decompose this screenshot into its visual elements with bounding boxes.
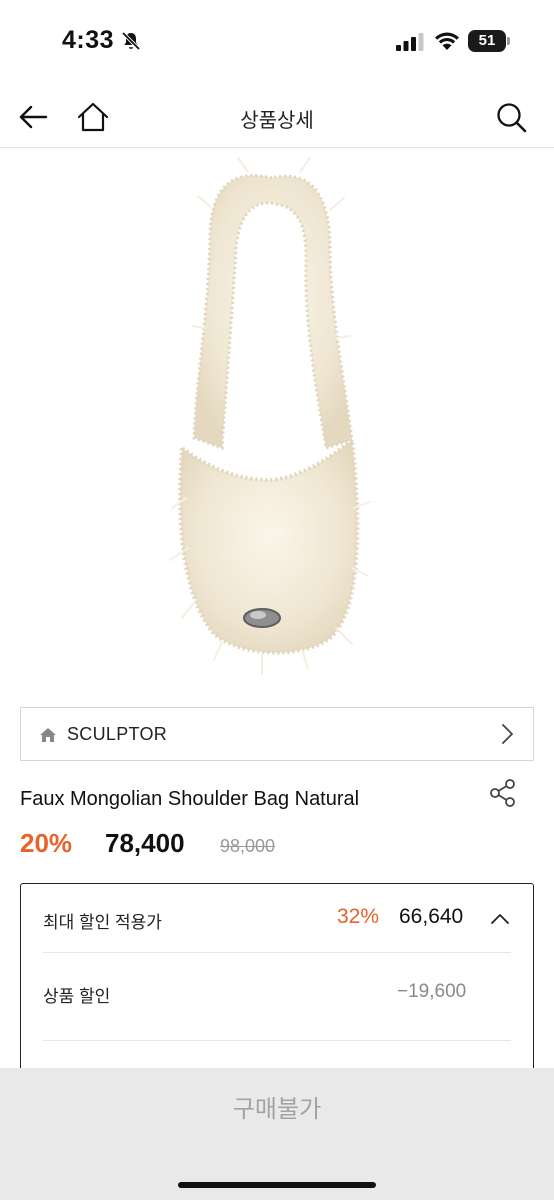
page-title: 상품상세	[240, 110, 314, 132]
home-indicator[interactable]	[178, 1182, 376, 1188]
purchase-unavailable-button[interactable]: 구매불가	[0, 1068, 554, 1144]
status-bar: 4:33 51	[0, 0, 554, 84]
battery-icon: 51	[468, 30, 510, 52]
brand-shop-link[interactable]: SCULPTOR	[20, 707, 534, 761]
bell-slash-icon	[121, 31, 141, 51]
max-discount-rate: 32%	[337, 905, 380, 928]
product-title: Faux Mongolian Shoulder Bag Natural	[20, 788, 360, 810]
original-price: 98,000	[220, 836, 276, 856]
status-time: 4:33	[62, 26, 115, 54]
search-icon[interactable]	[494, 100, 528, 134]
brand-name: SCULPTOR	[67, 724, 168, 744]
sale-price: 78,400	[105, 828, 185, 858]
bottom-buy-bar: 구매불가	[0, 1068, 554, 1200]
max-discount-box: 최대 할인 적용가 32% 66,640 상품 할인 −19,600 쿠폰 할인	[20, 883, 534, 1083]
product-image[interactable]	[0, 148, 554, 696]
top-nav-bar: 상품상세	[0, 86, 554, 148]
product-discount-label: 상품 할인	[43, 987, 111, 1006]
max-discount-label: 최대 할인 적용가	[43, 913, 162, 932]
product-discount-value: −19,600	[397, 981, 467, 1002]
discount-rate: 20%	[20, 828, 73, 858]
divider	[43, 1040, 511, 1041]
wifi-icon	[435, 32, 459, 50]
max-discount-price: 66,640	[399, 905, 464, 928]
cellular-signal-icon	[396, 33, 424, 51]
share-icon[interactable]	[488, 778, 518, 808]
battery-cap	[507, 37, 510, 45]
chevron-up-icon[interactable]	[489, 908, 511, 930]
battery-level: 51	[478, 32, 496, 49]
divider	[43, 952, 511, 953]
store-home-icon	[40, 728, 56, 742]
max-discount-header[interactable]: 최대 할인 적용가 32% 66,640	[21, 884, 533, 952]
chevron-right-icon	[502, 724, 513, 744]
